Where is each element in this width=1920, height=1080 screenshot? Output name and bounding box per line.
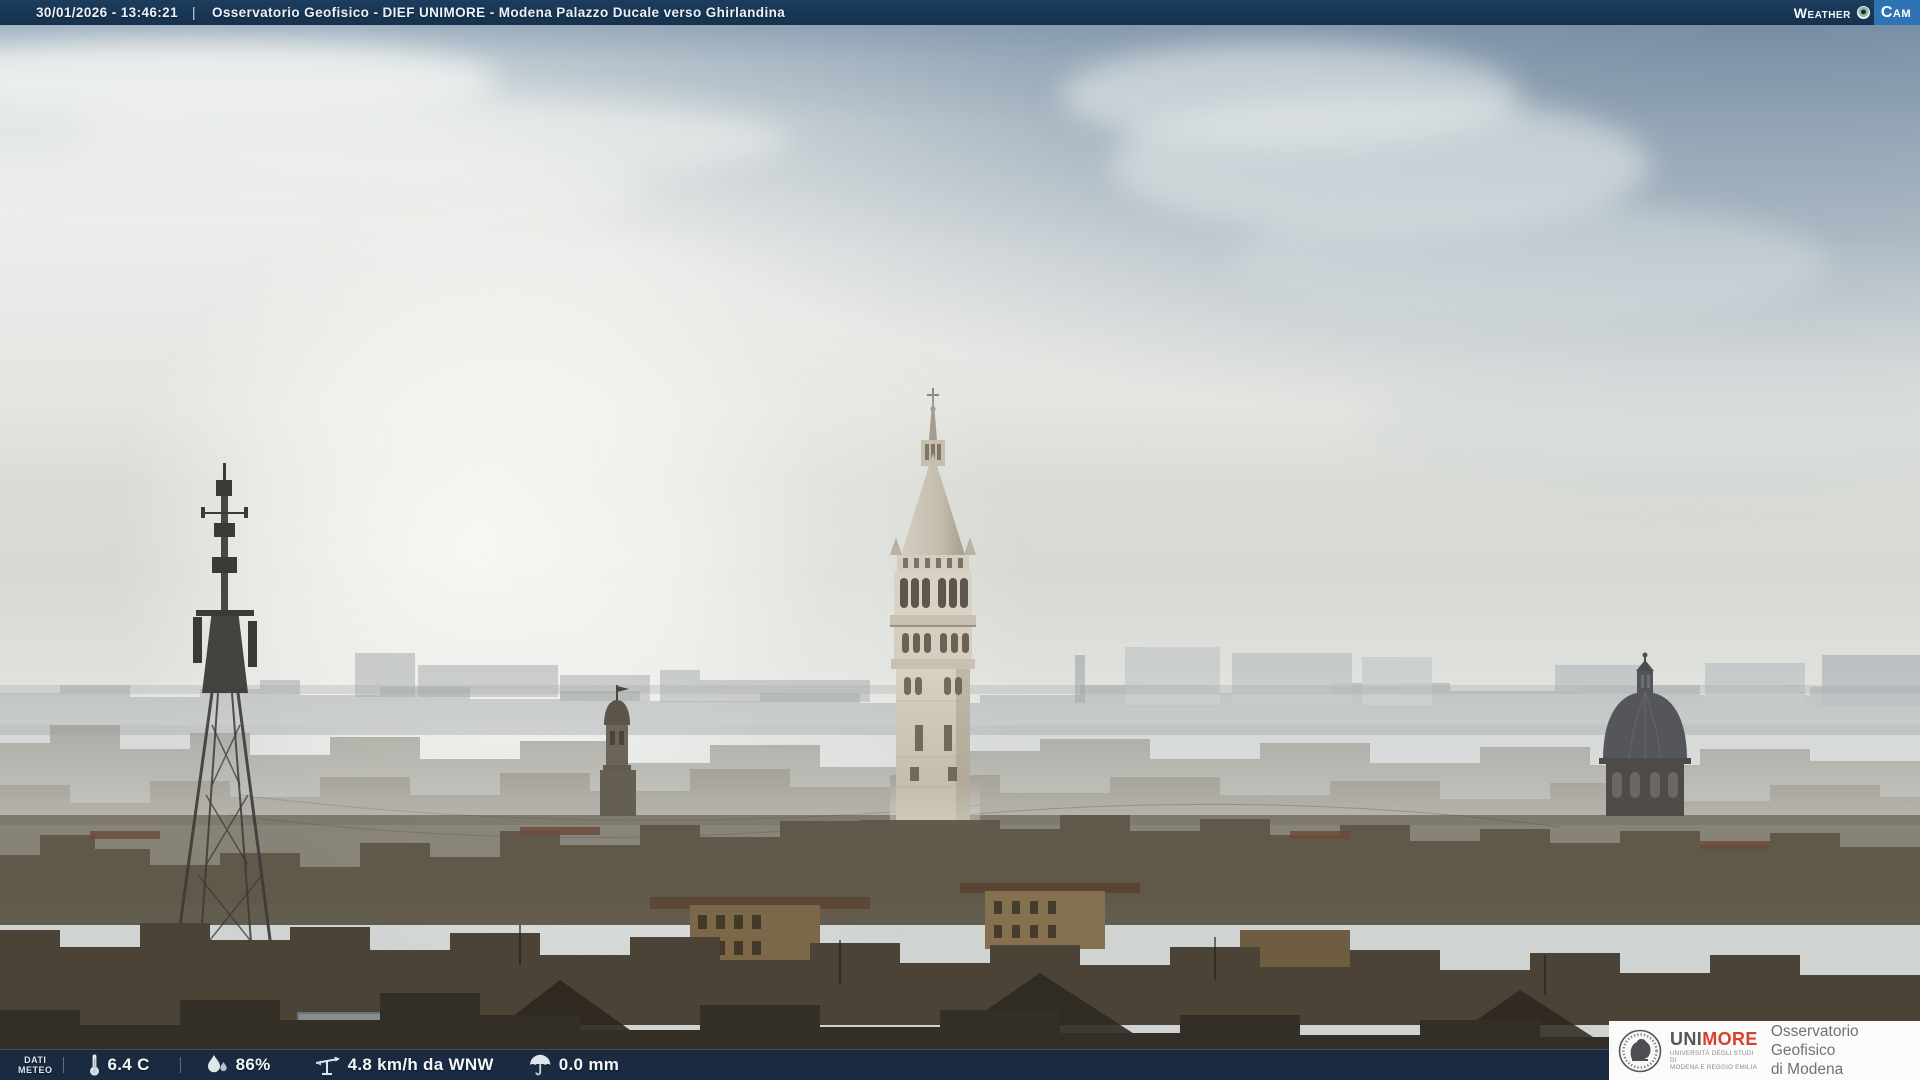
thermometer-icon xyxy=(89,1053,99,1076)
unimore-more-text: MORE xyxy=(1702,1029,1758,1049)
top-overlay-bar: 30/01/2026 - 13:46:21 | Osservatorio Geo… xyxy=(0,0,1920,25)
wind-vane-icon xyxy=(315,1056,340,1075)
unimore-wordmark: UNIMORE xyxy=(1670,1030,1758,1048)
weathercam-logo: Weather Cam xyxy=(1794,0,1920,25)
unimore-logo: UNIMORE UNIVERSITÀ DEGLI STUDI DI MODENA… xyxy=(1670,1030,1758,1071)
observatory-line2: di Modena xyxy=(1770,1061,1844,1078)
weathercam-cam-badge: Cam xyxy=(1873,0,1920,25)
camera-title: Osservatorio Geofisico - DIEF UNIMORE - … xyxy=(211,5,786,20)
wind-reading: 4.8 km/h da WNW xyxy=(313,1054,494,1076)
precipitation-reading: 0.0 mm xyxy=(528,1054,619,1076)
dati-label-line1: DATI xyxy=(24,1055,47,1065)
caption-area: 30/01/2026 - 13:46:21 | Osservatorio Geo… xyxy=(0,5,785,20)
unimore-subtitle-line2: MODENA E REGGIO EMILIA xyxy=(1670,1064,1757,1071)
humidity-value: 86% xyxy=(235,1055,271,1074)
unimore-subtitle-line1: UNIVERSITÀ DEGLI STUDI DI xyxy=(1670,1050,1754,1064)
temperature-value: 6.4 C xyxy=(107,1055,150,1074)
observatory-line1: Osservatorio Geofisico xyxy=(1770,1023,1859,1059)
timestamp: 30/01/2026 - 13:46:21 xyxy=(36,5,179,20)
webcam-frame: 30/01/2026 - 13:46:21 | Osservatorio Geo… xyxy=(0,0,1920,1080)
unimore-subtitle: UNIVERSITÀ DEGLI STUDI DI MODENA E REGGI… xyxy=(1670,1050,1758,1071)
observatory-name: Osservatorio Geofisico di Modena xyxy=(1771,1022,1920,1079)
dati-label-line2: METEO xyxy=(18,1065,53,1075)
unimore-seal-icon xyxy=(1618,1029,1662,1072)
unimore-uni-text: UNI xyxy=(1670,1029,1703,1049)
webcam-photo xyxy=(0,25,1920,1080)
precipitation-value: 0.0 mm xyxy=(558,1055,620,1074)
dati-meteo-label: DATI METEO xyxy=(18,1055,53,1075)
divider xyxy=(179,1057,181,1073)
caption-separator: | xyxy=(192,5,196,20)
humidity-reading: 86% xyxy=(205,1054,271,1076)
temperature-reading: 6.4 C xyxy=(88,1053,150,1077)
wind-value: 4.8 km/h da WNW xyxy=(347,1055,494,1074)
umbrella-icon xyxy=(529,1054,551,1076)
divider xyxy=(62,1057,64,1073)
droplets-icon xyxy=(207,1055,227,1073)
weathercam-dot-icon xyxy=(1856,6,1870,19)
unimore-credit-box: UNIMORE UNIVERSITÀ DEGLI STUDI DI MODENA… xyxy=(1609,1021,1920,1080)
weathercam-word: Weather xyxy=(1793,4,1851,21)
